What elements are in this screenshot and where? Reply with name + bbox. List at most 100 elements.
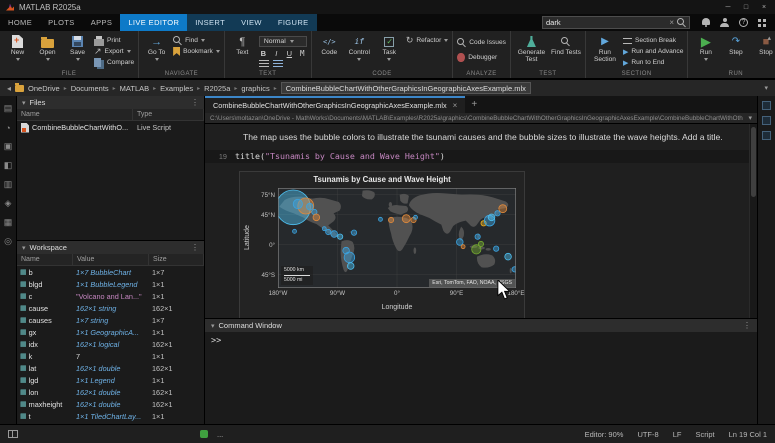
workspace-row[interactable]: causes1×7 string1×7: [17, 314, 204, 326]
breadcrumb-current-file[interactable]: CombineBubbleChartWithOtherGraphicsInGeo…: [281, 82, 531, 94]
code-line[interactable]: 19 title("Tsunamis by Cause and Wave Hei…: [205, 150, 757, 163]
column-name[interactable]: Name: [17, 109, 133, 120]
editor-tab[interactable]: CombineBubbleChartWithOtherGraphicsInGeo…: [205, 96, 465, 113]
find-button[interactable]: Find: [173, 36, 220, 45]
live-script-paragraph[interactable]: The map uses the bubble colors to illust…: [243, 132, 743, 143]
save-button[interactable]: Save: [64, 34, 91, 61]
files-panel-header[interactable]: Files: [17, 96, 204, 109]
collapse-panel-icon[interactable]: [22, 244, 26, 252]
sidebar-plots-icon[interactable]: [3, 217, 14, 228]
text-button[interactable]: Text: [229, 34, 256, 57]
refactor-button[interactable]: Refactor: [406, 36, 448, 45]
breadcrumb-item[interactable]: Documents: [71, 84, 109, 93]
breadcrumb-item[interactable]: R2025a: [204, 84, 230, 93]
task-button[interactable]: Task: [376, 34, 403, 61]
search-input[interactable]: [546, 18, 666, 27]
numbered-list-icon[interactable]: [273, 60, 283, 67]
tab-home[interactable]: HOME: [0, 14, 40, 31]
workspace-row[interactable]: gx1×1 GeographicA...1×1: [17, 326, 204, 338]
sidebar-files-icon[interactable]: [3, 103, 14, 114]
path-options-icon[interactable]: [748, 114, 752, 122]
tab-plots[interactable]: PLOTS: [40, 14, 83, 31]
new-tab-button[interactable]: +: [465, 96, 483, 113]
scrollbar-thumb[interactable]: [751, 127, 756, 197]
bookmark-button[interactable]: Bookmark: [173, 47, 220, 56]
export-button[interactable]: Export: [94, 47, 134, 56]
file-row[interactable]: CombineBubbleChartWithO... Live Script: [17, 121, 204, 134]
address-dropdown-icon[interactable]: [764, 84, 768, 92]
editor-content[interactable]: The map uses the bubble colors to illust…: [205, 124, 757, 318]
sidebar-help-icon[interactable]: [3, 236, 14, 247]
workspace-row[interactable]: idx162×1 logical162×1: [17, 338, 204, 350]
workspace-row[interactable]: cause162×1 string162×1: [17, 302, 204, 314]
collapse-ribbon-icon[interactable]: [767, 34, 771, 42]
step-button[interactable]: Step: [722, 34, 749, 57]
sidebar-search-icon[interactable]: [3, 122, 14, 133]
workspace-row[interactable]: k71×1: [17, 350, 204, 362]
breadcrumb-item[interactable]: OneDrive: [28, 84, 60, 93]
workspace-panel-header[interactable]: Workspace: [17, 241, 204, 254]
compare-button[interactable]: Compare: [94, 58, 134, 67]
run-to-end-button[interactable]: Run to End: [623, 58, 683, 67]
tab-view[interactable]: VIEW: [233, 14, 270, 31]
column-name[interactable]: Name: [17, 254, 73, 265]
outline-panel-icon[interactable]: [762, 101, 771, 110]
workspace-row[interactable]: lgd1×1 Legend1×1: [17, 374, 204, 386]
code-button[interactable]: Code: [316, 34, 343, 57]
open-button[interactable]: Open: [34, 34, 61, 61]
clear-search-icon[interactable]: ×: [669, 19, 674, 27]
panel-menu-icon[interactable]: [191, 243, 199, 252]
run-section-button[interactable]: Run Section: [590, 34, 620, 64]
collapse-panel-icon[interactable]: [211, 322, 215, 330]
sidebar-variables-icon[interactable]: [3, 179, 14, 190]
debugger-button[interactable]: Debugger: [457, 53, 506, 62]
breadcrumb-item[interactable]: Examples: [160, 84, 193, 93]
editor-scrollbar[interactable]: [749, 124, 757, 318]
sidebar-bookmarks-icon[interactable]: [3, 160, 14, 171]
command-window-header[interactable]: Command Window: [205, 319, 757, 332]
workspace-row[interactable]: c"Volcano and Lan..."1×1: [17, 290, 204, 302]
status-zoom[interactable]: Editor: 90%: [585, 430, 624, 439]
notifications-icon[interactable]: [702, 18, 710, 27]
underline-button[interactable]: U: [285, 49, 294, 58]
minimize-button[interactable]: ─: [719, 0, 737, 14]
workspace-row[interactable]: lon162×1 double162×1: [17, 386, 204, 398]
maximize-button[interactable]: □: [737, 0, 755, 14]
workspace-row[interactable]: b1×7 BubbleChart1×7: [17, 266, 204, 278]
column-size[interactable]: Size: [149, 254, 204, 265]
panel-menu-icon[interactable]: [743, 321, 751, 330]
status-encoding[interactable]: UTF-8: [637, 430, 658, 439]
tab-figure[interactable]: FIGURE: [270, 14, 317, 31]
monospace-button[interactable]: M: [298, 49, 307, 58]
run-button[interactable]: Run: [692, 34, 719, 61]
section-break-button[interactable]: Section Break: [623, 36, 683, 45]
inspector-panel-icon[interactable]: [762, 116, 771, 125]
workspace-row[interactable]: maxheight162×1 double162×1: [17, 398, 204, 410]
breadcrumb-item[interactable]: graphics: [241, 84, 269, 93]
back-icon[interactable]: [7, 84, 11, 93]
column-type[interactable]: Type: [133, 109, 204, 120]
column-value[interactable]: Value: [73, 254, 149, 265]
stop-button[interactable]: Stop: [752, 34, 775, 57]
help-icon[interactable]: [739, 18, 748, 27]
apps-menu-icon[interactable]: [758, 19, 761, 22]
workspace-row[interactable]: lat162×1 double162×1: [17, 362, 204, 374]
sidebar-git-icon[interactable]: [3, 198, 14, 209]
status-eol[interactable]: LF: [673, 430, 682, 439]
code-issues-button[interactable]: Code Issues: [457, 38, 506, 47]
bulleted-list-icon[interactable]: [259, 60, 269, 67]
breadcrumb-item[interactable]: MATLAB: [120, 84, 149, 93]
italic-button[interactable]: I: [272, 49, 281, 58]
sidebar-history-icon[interactable]: [3, 141, 14, 152]
workspace-row[interactable]: blgd1×1 BubbleLegend1×1: [17, 278, 204, 290]
collapse-panel-icon[interactable]: [22, 99, 26, 107]
close-tab-icon[interactable]: ×: [453, 101, 458, 110]
command-window-body[interactable]: >>: [205, 332, 757, 424]
status-filetype[interactable]: Script: [695, 430, 714, 439]
layout-icon[interactable]: [8, 430, 18, 438]
control-button[interactable]: Control: [346, 34, 373, 61]
goto-button[interactable]: Go To: [143, 34, 170, 61]
run-and-advance-button[interactable]: Run and Advance: [623, 47, 683, 56]
generate-test-button[interactable]: Generate Test: [515, 34, 548, 64]
tab-apps[interactable]: APPS: [83, 14, 121, 31]
